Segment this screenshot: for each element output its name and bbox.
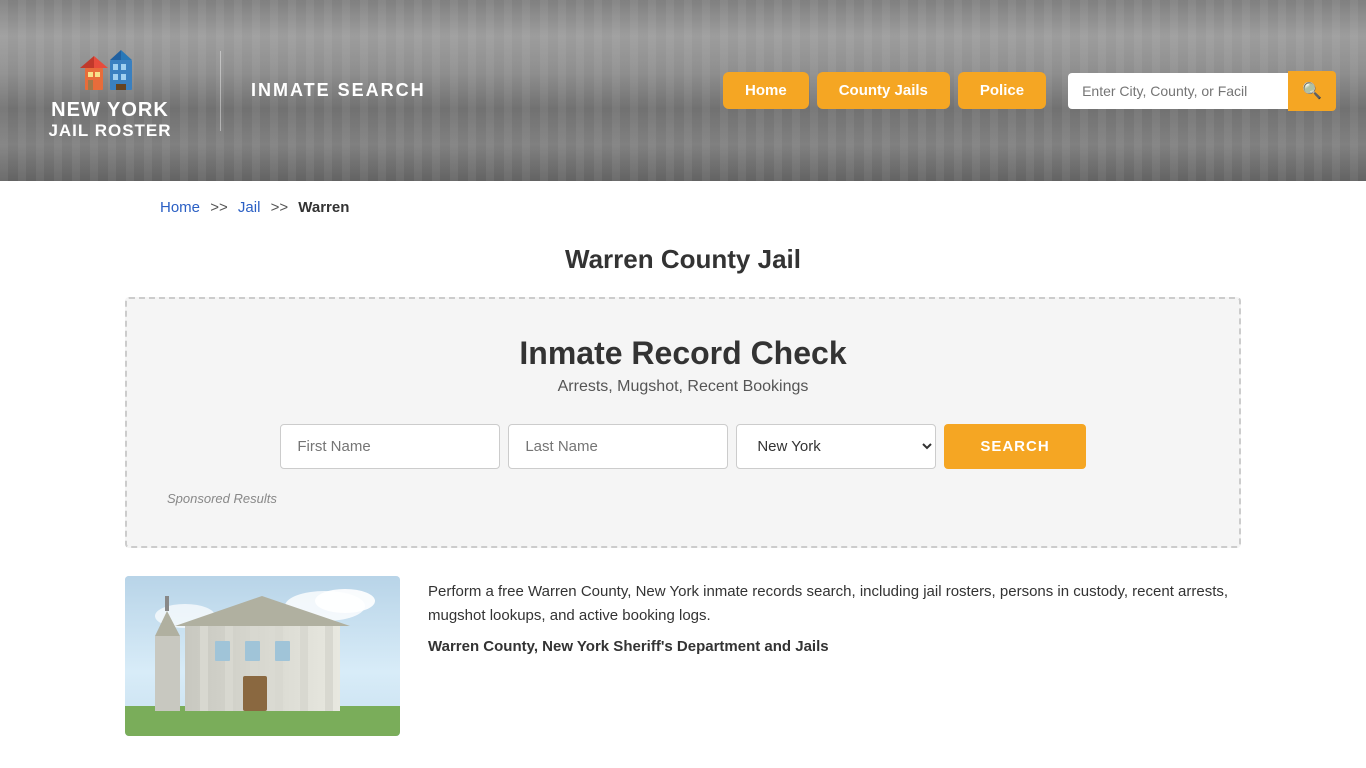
header-search-input[interactable] [1068, 73, 1288, 109]
breadcrumb-home-link[interactable]: Home [160, 199, 200, 216]
record-check-section: Inmate Record Check Arrests, Mugshot, Re… [125, 297, 1241, 548]
description-area: Perform a free Warren County, New York i… [428, 576, 1241, 736]
header-divider [220, 51, 221, 131]
description-heading2: Warren County, New York Sheriff's Depart… [428, 638, 1241, 655]
record-check-subtitle: Arrests, Mugshot, Recent Bookings [167, 378, 1199, 396]
building-svg [125, 576, 400, 736]
search-button[interactable]: SEARCH [944, 424, 1085, 469]
logo-icon [80, 40, 140, 95]
nav-area: Home County Jails Police 🔍 [723, 71, 1336, 111]
sponsored-label: Sponsored Results [167, 491, 1199, 506]
description-paragraph1: Perform a free Warren County, New York i… [428, 580, 1241, 628]
nav-county-jails-button[interactable]: County Jails [817, 72, 950, 109]
logo-line2: JAIL ROSTER [48, 121, 171, 141]
first-name-input[interactable] [280, 424, 500, 469]
inmate-search-label: INMATE SEARCH [251, 80, 426, 101]
record-check-title: Inmate Record Check [167, 335, 1199, 372]
state-select[interactable]: AlabamaAlaskaArizonaArkansasCaliforniaCo… [736, 424, 936, 469]
inmate-search-form: AlabamaAlaskaArizonaArkansasCaliforniaCo… [167, 424, 1199, 469]
header-content: NEW YORK JAIL ROSTER INMATE SEARCH Home … [0, 0, 1366, 181]
last-name-input[interactable] [508, 424, 728, 469]
nav-home-button[interactable]: Home [723, 72, 809, 109]
breadcrumb-sep1: >> [210, 199, 228, 216]
bottom-content: Perform a free Warren County, New York i… [0, 576, 1366, 766]
header-search-wrap: 🔍 [1068, 71, 1336, 111]
breadcrumb-sep2: >> [271, 199, 289, 216]
header-search-button[interactable]: 🔍 [1288, 71, 1336, 111]
building-image [125, 576, 400, 736]
logo-area: NEW YORK JAIL ROSTER [30, 40, 190, 141]
breadcrumb-jail-link[interactable]: Jail [238, 199, 261, 216]
site-header: NEW YORK JAIL ROSTER INMATE SEARCH Home … [0, 0, 1366, 181]
page-title: Warren County Jail [0, 244, 1366, 275]
nav-police-button[interactable]: Police [958, 72, 1046, 109]
breadcrumb: Home >> Jail >> Warren [0, 181, 1366, 226]
breadcrumb-current: Warren [298, 199, 349, 216]
logo-line1: NEW YORK [51, 99, 169, 121]
